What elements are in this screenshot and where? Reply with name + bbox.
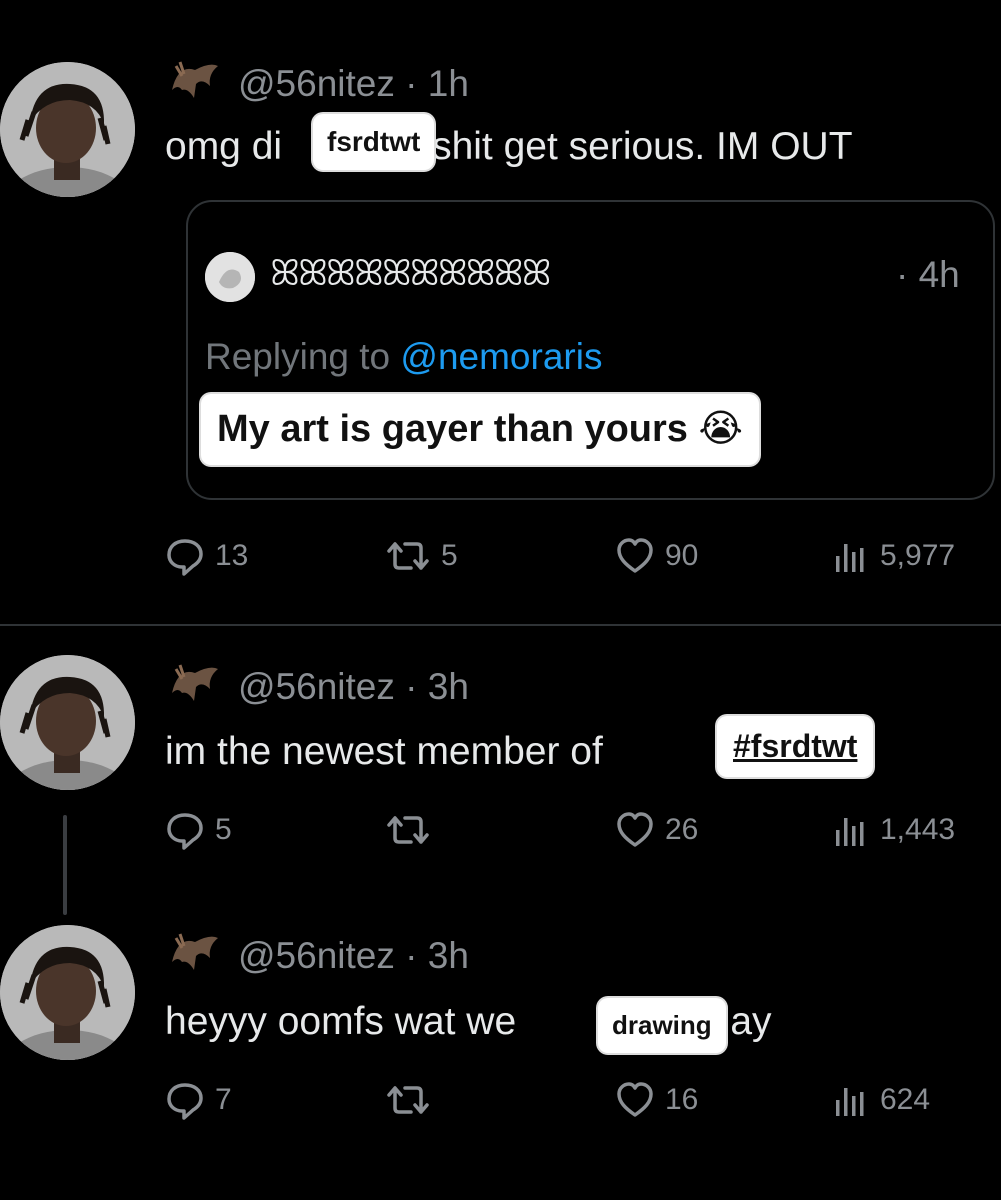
retweet-button[interactable]: 5 — [385, 536, 458, 576]
tweet-header: @56nitez · 1h — [170, 60, 469, 105]
retweet-icon — [385, 810, 431, 850]
hashtag-sticker[interactable]: #fsrdtwt — [717, 716, 874, 777]
views-icon — [830, 1080, 870, 1120]
avatar[interactable] — [0, 925, 135, 1060]
crying-emoji: 😭 — [698, 408, 743, 450]
bat-icon — [170, 932, 220, 972]
like-icon — [615, 536, 655, 576]
views-button[interactable]: 624 — [830, 1080, 930, 1120]
retweet-icon — [385, 1080, 431, 1120]
text-sticker: drawing — [598, 998, 726, 1053]
text-sticker: fsrdtwt — [313, 114, 435, 170]
like-button[interactable]: 26 — [615, 810, 698, 850]
views-button[interactable]: 5,977 — [830, 536, 955, 576]
mention-link[interactable]: @nemoraris — [400, 336, 602, 377]
username[interactable]: @56nitez · 3h — [238, 666, 469, 707]
bat-icon — [170, 60, 220, 100]
thread-line — [63, 815, 67, 915]
reply-icon — [165, 536, 205, 576]
replying-to: Replying to @nemoraris — [205, 336, 603, 377]
quoted-text-sticker: My art is gayer than yours 😭 — [201, 394, 759, 465]
views-icon — [830, 536, 870, 576]
like-button[interactable]: 16 — [615, 1080, 698, 1120]
retweet-button[interactable] — [385, 1080, 441, 1120]
retweet-button[interactable] — [385, 810, 441, 850]
bat-icon — [170, 663, 220, 703]
reply-button[interactable]: 13 — [165, 536, 248, 576]
avatar[interactable] — [0, 655, 135, 790]
reply-icon — [165, 810, 205, 850]
reply-icon — [165, 1080, 205, 1120]
username[interactable]: @56nitez · 3h — [238, 935, 469, 976]
username[interactable]: @56nitez · 1h — [238, 63, 469, 104]
quoted-avatar[interactable] — [205, 252, 255, 302]
like-icon — [615, 810, 655, 850]
tweet-text: omg di shit get serious. IM OUT — [165, 125, 853, 168]
tweet-divider — [0, 624, 1001, 626]
quoted-display-name[interactable]: ꕤꕤꕤꕤꕤꕤꕤꕤꕤꕤ — [270, 252, 552, 295]
tweet-header: @56nitez · 3h — [170, 932, 469, 977]
quoted-time: · 4h — [896, 254, 960, 295]
tweet-header: @56nitez · 3h — [170, 663, 469, 708]
views-icon — [830, 810, 870, 850]
avatar[interactable] — [0, 62, 135, 197]
views-button[interactable]: 1,443 — [830, 810, 955, 850]
reply-button[interactable]: 5 — [165, 810, 232, 850]
retweet-icon — [385, 536, 431, 576]
reply-button[interactable]: 7 — [165, 1080, 232, 1120]
tweet-text: im the newest member of — [165, 730, 603, 773]
like-icon — [615, 1080, 655, 1120]
like-button[interactable]: 90 — [615, 536, 698, 576]
